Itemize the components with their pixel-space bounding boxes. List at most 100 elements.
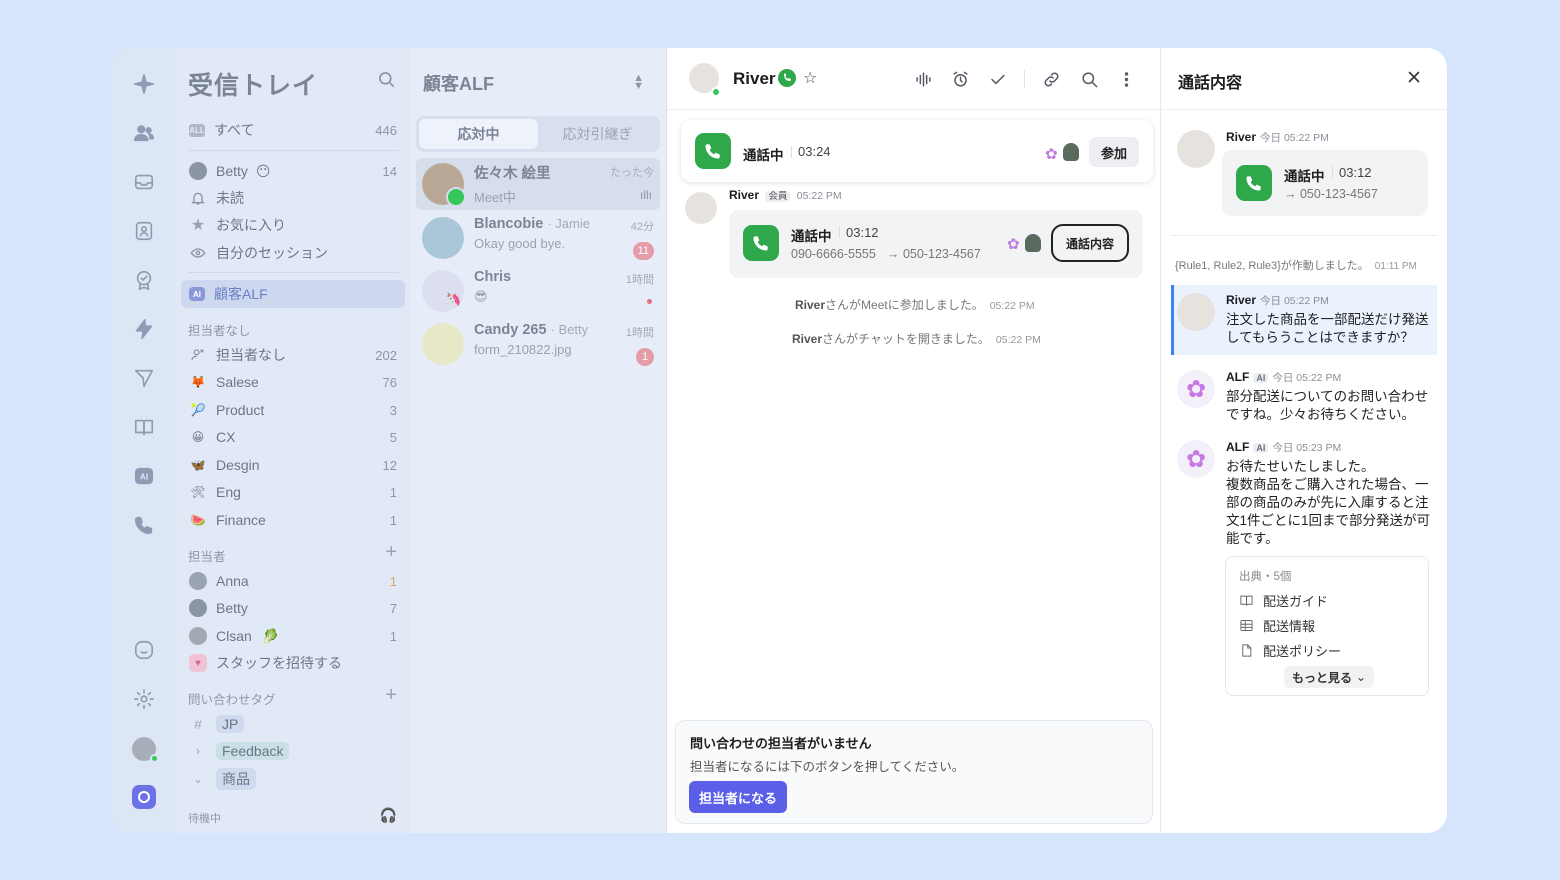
inbox-unread[interactable]: 未読 [181, 185, 405, 211]
sources-box: 出典・5個 配送ガイド 配送情報 配送ポリシー もっと見る ⌄ [1225, 556, 1429, 696]
tab-active[interactable]: 応対中 [419, 119, 538, 149]
alarm-icon[interactable] [950, 69, 970, 89]
avatar [189, 627, 207, 645]
avatar [1063, 143, 1079, 161]
list-item[interactable]: Candy 265 · Betty form_210822.jpg 1時間 1 [416, 318, 660, 370]
group-eng[interactable]: 🛠 Eng 1 [181, 479, 405, 505]
heart-icon: ♥ [189, 654, 207, 672]
tag-jp[interactable]: # JP [181, 711, 405, 737]
unread-badge: 11 [632, 242, 654, 260]
unicorn-icon: 🦄 [444, 291, 462, 307]
group-desgin[interactable]: 🦋 Desgin 12 [181, 452, 405, 478]
sort-icon[interactable]: ▲ ▼ [633, 73, 644, 92]
hash-icon: # [194, 716, 202, 732]
add-assignee-button[interactable]: + [385, 542, 397, 562]
become-assignee-button[interactable]: 担当者になる [689, 781, 787, 813]
list-item[interactable]: 佐々木 絵里 Meet中 たった今 ıllı [416, 158, 660, 210]
assignee-anna[interactable]: Anna 1 [181, 568, 405, 594]
call-card: 通話中 03:12 → 050-123-4567 [1222, 150, 1428, 216]
book-icon[interactable] [132, 415, 156, 439]
badge-check-icon[interactable] [132, 268, 156, 292]
transcript-message: River 今日 05:22 PM 通話中 03:12 → 050-123-456… [1177, 130, 1435, 220]
star-icon: ★ [190, 217, 206, 234]
group-finance[interactable]: 🍉 Finance 1 [181, 507, 405, 533]
avatar [1025, 234, 1041, 252]
app-window: AI 受信トレイ ALL すべて 446 Betty 😶 14 未読 ★ お気に入り 自分… [112, 48, 1447, 833]
search-icon[interactable] [377, 70, 397, 95]
list-item[interactable]: Blancobie · Jamie Okay good bye. 42分 11 [416, 212, 660, 264]
tab-handover[interactable]: 応対引継ぎ [538, 119, 657, 149]
group-salese[interactable]: 🦊 Salese 76 [181, 369, 405, 395]
section-tags: 問い合わせタグ [188, 693, 276, 707]
smile-icon: 😀 [191, 430, 205, 444]
ai-icon[interactable]: AI [132, 464, 156, 488]
contact-icon[interactable] [132, 219, 156, 243]
send-icon[interactable] [132, 366, 156, 390]
emoji-icon: 😶 [255, 162, 271, 179]
group-product[interactable]: 🎾 Product 3 [181, 397, 405, 423]
alf-flower-icon: ✿ [1177, 370, 1215, 408]
inbox-sidebar: 受信トレイ ALL すべて 446 Betty 😶 14 未読 ★ お気に入り 自分のセッ… [175, 48, 411, 833]
avatar [1177, 130, 1215, 168]
link-icon[interactable] [1041, 69, 1061, 89]
headset-icon[interactable]: 🎧 [380, 807, 397, 824]
message-meta: River 会員 05:22 PM [729, 188, 842, 202]
group-cx[interactable]: 😀 CX 5 [181, 424, 405, 450]
sparkle-icon[interactable] [132, 72, 156, 96]
gear-icon[interactable] [132, 687, 156, 711]
inbox-alf[interactable]: AI 顧客ALF [181, 280, 405, 308]
transcript-message: ✿ ALF AI 今日 05:23 PM お待たせいたしました。 複数商品をご購入され… [1177, 440, 1435, 560]
chevron-down-icon: ⌄ [192, 772, 204, 786]
more-vertical-icon[interactable] [1116, 69, 1136, 89]
assignee-betty[interactable]: Betty 7 [181, 595, 405, 621]
close-icon[interactable] [1405, 68, 1423, 86]
call-status-icon [778, 69, 796, 87]
list-title: 顧客ALF [423, 74, 494, 94]
section-unassigned: 担当者なし [188, 324, 251, 338]
assignee-clsan[interactable]: Clsan 🥬 1 [181, 623, 405, 649]
status-label: 待機中 [188, 813, 221, 825]
people-icon[interactable] [132, 121, 156, 145]
channel-logo-icon[interactable] [131, 785, 156, 809]
watermelon-icon: 🍉 [190, 513, 206, 527]
status-tabs: 応対中 応対引継ぎ [416, 116, 660, 152]
list-item[interactable]: 🦄 Chris 😎 1時間 [416, 265, 660, 317]
source-link[interactable]: 配送ポリシー [1239, 641, 1341, 660]
avatar [422, 217, 464, 259]
fox-icon: 🦊 [190, 375, 206, 389]
bolt-icon[interactable] [132, 317, 156, 341]
chat-bubble-icon[interactable] [132, 638, 156, 662]
eye-icon [189, 244, 207, 262]
user-avatar[interactable] [131, 737, 159, 763]
online-dot [711, 87, 721, 97]
phone-call-icon[interactable] [132, 513, 156, 537]
join-button[interactable]: 参加 [1089, 137, 1139, 167]
contact-name: River [733, 69, 776, 88]
chevron-down-icon: ⌄ [1356, 670, 1367, 684]
tennis-ball-icon: 🎾 [190, 403, 206, 417]
invite-staff[interactable]: ♥ スタッフを招待する [181, 650, 405, 676]
inbox-all[interactable]: ALL すべて 446 [181, 117, 405, 143]
inbox-favorites[interactable]: ★ お気に入り [181, 212, 405, 238]
source-link[interactable]: 配送ガイド [1239, 591, 1328, 610]
inbox-icon[interactable] [132, 170, 156, 194]
tag-product[interactable]: ⌄ 商品 [181, 766, 405, 792]
avatar [189, 599, 207, 617]
show-more-button[interactable]: もっと見る ⌄ [1284, 666, 1375, 688]
unread-dot [647, 299, 652, 304]
group-unassigned[interactable]: 担当者なし 202 [181, 342, 405, 368]
conversation-list: 顧客ALF ▲ ▼ 応対中 応対引継ぎ 佐々木 絵里 Meet中 たった今 ıll… [411, 48, 667, 833]
source-link[interactable]: 配送情報 [1239, 616, 1315, 635]
waveform-icon[interactable] [913, 69, 933, 89]
phone-call-icon [743, 225, 779, 261]
star-icon[interactable]: ☆ [803, 68, 817, 88]
search-icon[interactable] [1079, 69, 1099, 89]
inbox-betty[interactable]: Betty 😶 14 [181, 158, 405, 184]
inbox-my-sessions[interactable]: 自分のセッション [181, 240, 405, 266]
tag-feedback[interactable]: › Feedback [181, 738, 405, 764]
check-icon[interactable] [987, 69, 1007, 89]
leaf-icon: 🥬 [261, 627, 280, 644]
system-message: RiverさんがMeetに参加しました。 05:22 PM [795, 298, 1035, 312]
call-details-button[interactable]: 通話内容 [1051, 224, 1129, 262]
add-tag-button[interactable]: + [385, 685, 397, 705]
